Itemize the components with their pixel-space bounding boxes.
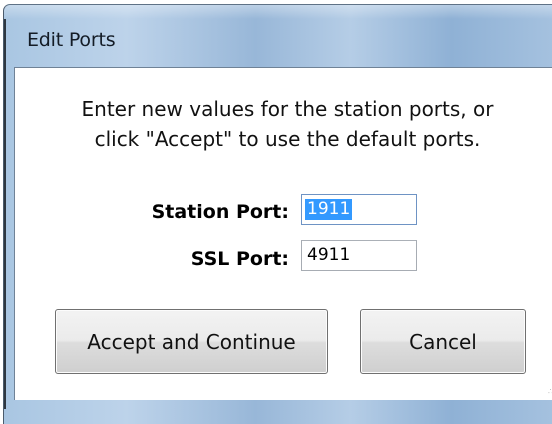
dialog-body: Enter new values for the station ports, … [14, 67, 552, 400]
ssl-port-field[interactable]: 4911 [301, 240, 417, 271]
instructions-line-1: Enter new values for the station ports, … [81, 97, 494, 121]
instructions-line-2: click "Accept" to use the default ports. [94, 127, 481, 151]
station-port-field[interactable]: 1911 [301, 194, 417, 225]
title-bar[interactable]: Edit Ports [4, 5, 552, 61]
ssl-port-label: SSL Port: [190, 248, 289, 270]
station-port-value: 1911 [305, 199, 353, 220]
edit-ports-dialog: Edit Ports Enter new values for the stat… [3, 4, 552, 424]
resize-grip-icon[interactable]: ∴ [548, 388, 552, 396]
cancel-button[interactable]: Cancel [360, 309, 526, 374]
instructions-text: Enter new values for the station ports, … [15, 94, 552, 154]
accept-and-continue-button[interactable]: Accept and Continue [55, 309, 328, 374]
ssl-port-value: 4911 [307, 245, 351, 265]
window-title: Edit Ports [27, 29, 116, 51]
station-port-label: Station Port: [151, 201, 289, 223]
window-frame-edge [4, 19, 6, 409]
